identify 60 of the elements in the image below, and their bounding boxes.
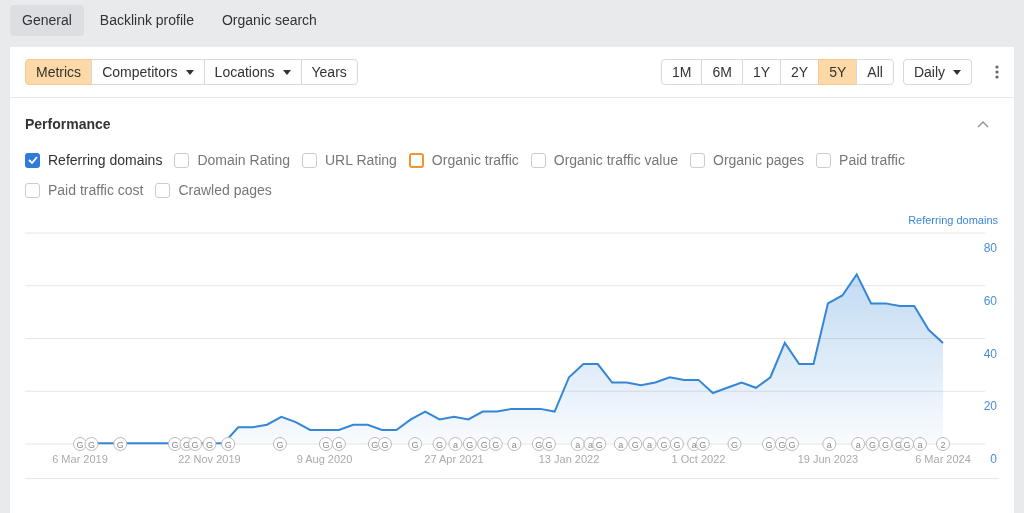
more-icon[interactable] [995, 65, 999, 79]
toolbar-button[interactable]: Competitors [91, 59, 205, 85]
metric-checkbox[interactable]: Paid traffic [816, 150, 905, 170]
event-marker[interactable]: G [488, 436, 503, 451]
event-marker[interactable]: G [84, 436, 99, 451]
metric-checkbox[interactable]: URL Rating [302, 150, 397, 170]
caret-icon [282, 69, 291, 75]
event-marker[interactable]: G [432, 436, 447, 451]
caret-icon [953, 69, 961, 75]
legend-link[interactable]: Referring domains [908, 212, 998, 229]
event-marker[interactable]: G [73, 436, 87, 451]
metric-checkbox[interactable]: Paid traffic cost [25, 180, 144, 200]
tab[interactable]: Organic search [209, 5, 329, 36]
metric-checkbox[interactable]: Domain Rating [174, 150, 290, 170]
axis-label: 1 Oct 2022 [671, 452, 726, 465]
event-marker[interactable]: G [221, 436, 236, 451]
event-marker[interactable]: G [188, 436, 203, 451]
metric-checkbox[interactable]: Organic pages [690, 150, 805, 170]
event-marker[interactable]: a [642, 436, 657, 451]
event-marker[interactable]: a [448, 436, 463, 451]
event-marker[interactable]: a [507, 436, 522, 451]
range-button[interactable]: 6M [701, 59, 743, 85]
toolbar-button[interactable]: Years [300, 59, 358, 85]
axis-label: 80 [983, 240, 997, 255]
event-marker[interactable]: a [822, 436, 837, 451]
metric-checkbox[interactable]: Referring domains [25, 150, 163, 170]
event-marker[interactable]: 2 [936, 436, 950, 451]
axis-label: 40 [983, 346, 997, 360]
event-marker[interactable]: G [167, 436, 182, 451]
axis-label: 60 [983, 293, 997, 308]
checkmark-icon [27, 156, 38, 164]
axis-label: 19 Jun 2023 [797, 452, 859, 465]
range-button[interactable]: All [856, 59, 894, 85]
section-title: Performance [25, 114, 111, 134]
collapse-icon[interactable] [977, 120, 989, 128]
toolbar-button[interactable]: Locations [203, 59, 302, 85]
interval-dropdown[interactable]: Daily [902, 59, 972, 85]
range-button[interactable]: 2Y [780, 59, 820, 85]
range-button[interactable]: 1M [661, 59, 703, 85]
metric-checkbox[interactable]: Organic traffic value [530, 150, 678, 170]
range-button[interactable]: 1Y [741, 59, 782, 85]
metric-checkbox[interactable]: Organic traffic [408, 150, 519, 170]
tab[interactable]: Backlink profile [87, 5, 206, 36]
axis-label: 13 Jan 2022 [538, 452, 600, 465]
axis-label: 27 Apr 2021 [424, 452, 484, 465]
axis-label: 22 Nov 2019 [178, 452, 241, 465]
axis-label: 0 [990, 451, 997, 466]
range-button[interactable]: 5Y [818, 59, 858, 85]
event-marker[interactable]: G [113, 436, 128, 451]
axis-label: 9 Aug 2020 [296, 452, 353, 465]
event-marker[interactable]: G [592, 436, 607, 451]
toolbar-button[interactable]: Metrics [25, 59, 93, 85]
metric-checkbox[interactable]: Crawled pages [155, 180, 272, 200]
axis-label: 6 Mar 2019 [52, 452, 108, 465]
caret-icon [185, 69, 194, 75]
tab[interactable]: General [10, 5, 84, 36]
axis-label: 20 [983, 398, 997, 413]
axis-label: 6 Mar 2024 [915, 452, 971, 465]
event-marker[interactable]: G [202, 436, 217, 451]
event-marker[interactable]: G [727, 436, 742, 451]
